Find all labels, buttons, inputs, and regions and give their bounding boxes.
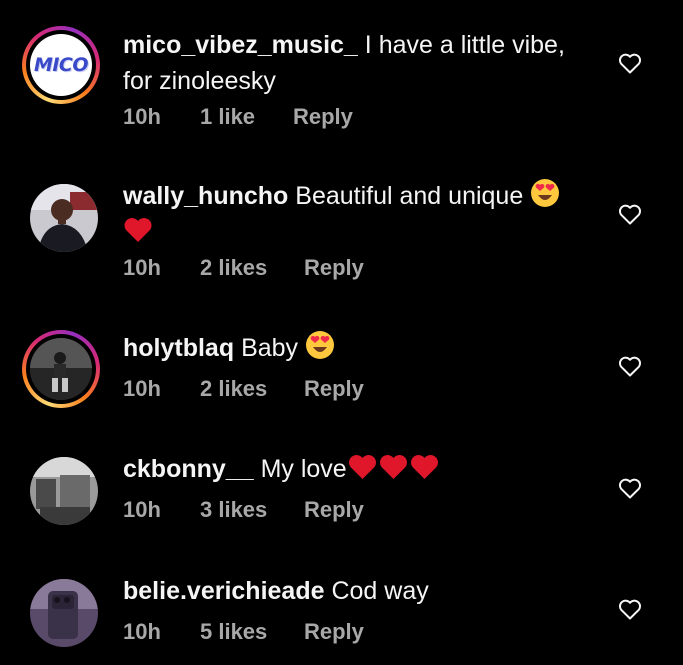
comment-likes[interactable]: 5 likes bbox=[200, 619, 304, 645]
comment-text: Baby bbox=[241, 334, 299, 362]
red-heart-emoji-icon bbox=[348, 455, 376, 479]
reply-button[interactable]: Reply bbox=[304, 497, 364, 523]
heart-eyes-emoji-icon bbox=[531, 179, 560, 207]
avatar[interactable] bbox=[30, 457, 98, 525]
heart-outline-icon[interactable] bbox=[618, 598, 642, 620]
avatar[interactable] bbox=[30, 579, 98, 647]
comment-time: 10h bbox=[123, 104, 161, 129]
profile-photo bbox=[30, 457, 98, 525]
comment-body: belie.verichieade Cod way bbox=[123, 573, 593, 609]
comment-meta: 10h 2 likes Reply bbox=[123, 255, 364, 281]
red-heart-emoji-icon bbox=[410, 455, 438, 479]
comment-body: wally_huncho Beautiful and unique bbox=[123, 178, 593, 250]
heart-outline-icon[interactable] bbox=[618, 203, 642, 225]
comment-time: 10h bbox=[123, 255, 161, 280]
reply-button[interactable]: Reply bbox=[304, 376, 364, 402]
comment-text: My love bbox=[260, 455, 347, 483]
comment-body: ckbonny__ My love bbox=[123, 451, 593, 487]
comment-username[interactable]: holytblaq bbox=[123, 334, 234, 362]
profile-photo bbox=[30, 579, 98, 647]
comment-likes[interactable]: 3 likes bbox=[200, 497, 304, 523]
comment-meta: 10h 5 likes Reply bbox=[123, 619, 364, 645]
comment-likes[interactable]: 1 like bbox=[200, 104, 293, 130]
comment-text: Beautiful and unique bbox=[295, 182, 524, 210]
comment-time: 10h bbox=[123, 619, 161, 644]
avatar[interactable] bbox=[22, 330, 100, 408]
avatar[interactable] bbox=[30, 184, 98, 252]
profile-photo bbox=[30, 184, 98, 252]
reply-button[interactable]: Reply bbox=[304, 255, 364, 281]
heart-outline-icon[interactable] bbox=[618, 355, 642, 377]
red-heart-emoji-icon bbox=[379, 455, 407, 479]
comment-username[interactable]: wally_huncho bbox=[123, 182, 288, 210]
comment-time: 10h bbox=[123, 376, 161, 401]
avatar[interactable]: MICO bbox=[22, 26, 100, 104]
profile-photo bbox=[30, 338, 92, 400]
heart-eyes-emoji-icon bbox=[306, 331, 334, 359]
comment-text: Cod way bbox=[331, 577, 429, 605]
comment-likes[interactable]: 2 likes bbox=[200, 255, 304, 281]
heart-outline-icon[interactable] bbox=[618, 477, 642, 499]
comment-meta: 10h 3 likes Reply bbox=[123, 497, 364, 523]
red-heart-emoji-icon bbox=[124, 218, 152, 242]
comment-meta: 10h 2 likes Reply bbox=[123, 376, 364, 402]
comment-username[interactable]: mico_vibez_music_ bbox=[123, 31, 358, 59]
mico-logo-icon: MICO bbox=[33, 54, 89, 76]
reply-button[interactable]: Reply bbox=[304, 619, 364, 645]
comment-meta: 10h 1 like Reply bbox=[123, 104, 353, 130]
comment-username[interactable]: ckbonny__ bbox=[123, 455, 254, 483]
comment-body: holytblaq Baby bbox=[123, 330, 593, 366]
comment-likes[interactable]: 2 likes bbox=[200, 376, 304, 402]
comment-time: 10h bbox=[123, 497, 161, 522]
comment-username[interactable]: belie.verichieade bbox=[123, 577, 325, 605]
comment-body: mico_vibez_music_ I have a little vibe, … bbox=[123, 27, 593, 99]
reply-button[interactable]: Reply bbox=[293, 104, 353, 130]
heart-outline-icon[interactable] bbox=[618, 52, 642, 74]
